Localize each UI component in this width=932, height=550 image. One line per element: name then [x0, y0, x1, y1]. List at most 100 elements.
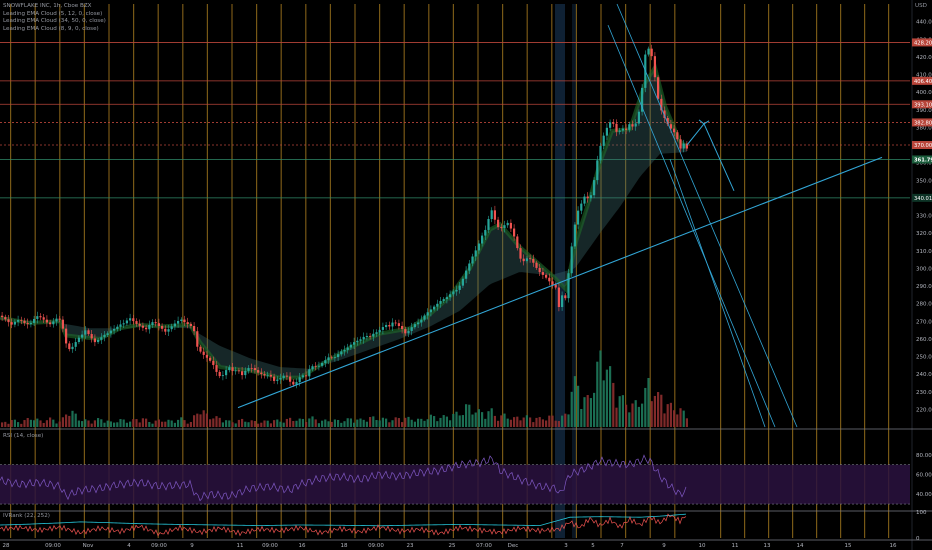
volume-bar — [106, 420, 109, 427]
volume-bar — [10, 420, 13, 427]
chart-canvas[interactable]: 220.00 230.00 240.00 250.00 260.00 270.00 280.… — [0, 0, 932, 550]
candle-body — [186, 322, 189, 324]
session-stripe — [428, 4, 430, 538]
volume-bar — [202, 410, 205, 427]
candle-body — [196, 331, 199, 347]
session-stripe — [329, 4, 331, 538]
candle-body — [241, 371, 244, 376]
volume-bar — [289, 417, 292, 427]
volume-bar — [173, 422, 176, 427]
session-stripe — [305, 4, 307, 538]
session-stripe — [83, 4, 85, 538]
volume-bar — [650, 401, 653, 427]
volume-bar — [407, 416, 410, 427]
candle-body — [20, 320, 23, 321]
volume-bar — [679, 408, 682, 427]
session-stripe — [354, 4, 356, 538]
candle-body — [68, 343, 71, 350]
volume-bar — [609, 366, 612, 427]
volume-bar — [615, 407, 618, 427]
candle-body — [90, 334, 93, 339]
volume-bar — [308, 418, 311, 427]
price-tick-label: 330.00 — [916, 214, 932, 220]
time-tick-label: 07:00 — [476, 543, 492, 549]
volume-bar — [490, 408, 493, 427]
volume-bar — [273, 420, 276, 427]
volume-bar — [529, 417, 532, 427]
candle-body — [653, 56, 656, 78]
candle-body — [327, 357, 330, 361]
volume-bar — [433, 416, 436, 427]
volume-bar — [58, 421, 61, 427]
volume-bar — [42, 422, 45, 427]
candle-body — [545, 274, 548, 278]
volume-bar — [365, 421, 368, 427]
candle-body — [253, 368, 256, 371]
volume-bar — [346, 418, 349, 427]
volume-bar — [599, 350, 602, 427]
candle-body — [631, 124, 634, 127]
price-tick-label: 220.00 — [916, 407, 932, 413]
volume-bar — [356, 419, 359, 427]
candle-body — [471, 256, 474, 264]
volume-bar — [333, 419, 336, 427]
candle-body — [375, 332, 378, 334]
session-stripe — [888, 4, 890, 538]
price-tick-label: 310.00 — [916, 249, 932, 255]
candle-body — [215, 365, 218, 372]
candle-body — [260, 372, 263, 375]
volume-bar — [369, 417, 372, 427]
price-tick-label: 270.00 — [916, 319, 932, 325]
candle-body — [538, 267, 541, 273]
volume-bar — [193, 415, 196, 427]
candle-body — [477, 243, 480, 251]
price-tag-label: 406.40 — [914, 79, 932, 85]
candle-body — [519, 248, 522, 259]
candle-body — [647, 48, 650, 55]
candle-body — [461, 278, 464, 286]
candle-body — [548, 277, 551, 282]
candle-body — [180, 319, 183, 321]
volume-bar — [215, 416, 218, 427]
session-stripe — [768, 4, 770, 538]
volume-bar — [257, 423, 260, 427]
volume-bar — [295, 420, 298, 427]
session-stripe — [864, 4, 866, 538]
time-tick-label: 25 — [449, 543, 456, 549]
candle-body — [244, 370, 247, 376]
session-stripe — [403, 4, 405, 538]
candle-body — [81, 334, 84, 338]
candle-body — [282, 375, 285, 379]
candle-body — [4, 317, 7, 320]
rsi-tick-label: 60.00 — [916, 473, 932, 479]
candle-body — [49, 322, 52, 325]
volume-bar — [353, 422, 356, 427]
candle-body — [445, 297, 448, 300]
volume-bar — [673, 410, 676, 427]
candle-body — [554, 284, 557, 288]
price-tick-label: 250.00 — [916, 355, 932, 361]
volume-bar — [74, 413, 77, 427]
volume-bar — [442, 415, 445, 427]
volume-bar — [241, 418, 244, 427]
candle-body — [599, 145, 602, 161]
volume-bar — [631, 403, 634, 427]
price-tag-label: 370.00 — [914, 143, 932, 149]
candle-body — [394, 322, 397, 324]
ivrank-label: IVRank (22, 252) — [3, 513, 50, 519]
volume-bar — [298, 418, 301, 427]
candle-body — [141, 325, 144, 328]
volume-bar — [573, 376, 576, 427]
volume-bar — [461, 415, 464, 427]
price-tag-label: 382.80 — [914, 120, 932, 126]
volume-bar — [417, 418, 420, 427]
volume-bar — [218, 417, 221, 427]
candle-body — [493, 210, 496, 220]
volume-bar — [535, 417, 538, 427]
volume-bar — [39, 420, 42, 427]
volume-bar — [269, 423, 272, 427]
candle-body — [298, 377, 301, 383]
volume-bar — [228, 420, 231, 427]
volume-bar — [324, 419, 327, 427]
candle-body — [17, 320, 20, 322]
